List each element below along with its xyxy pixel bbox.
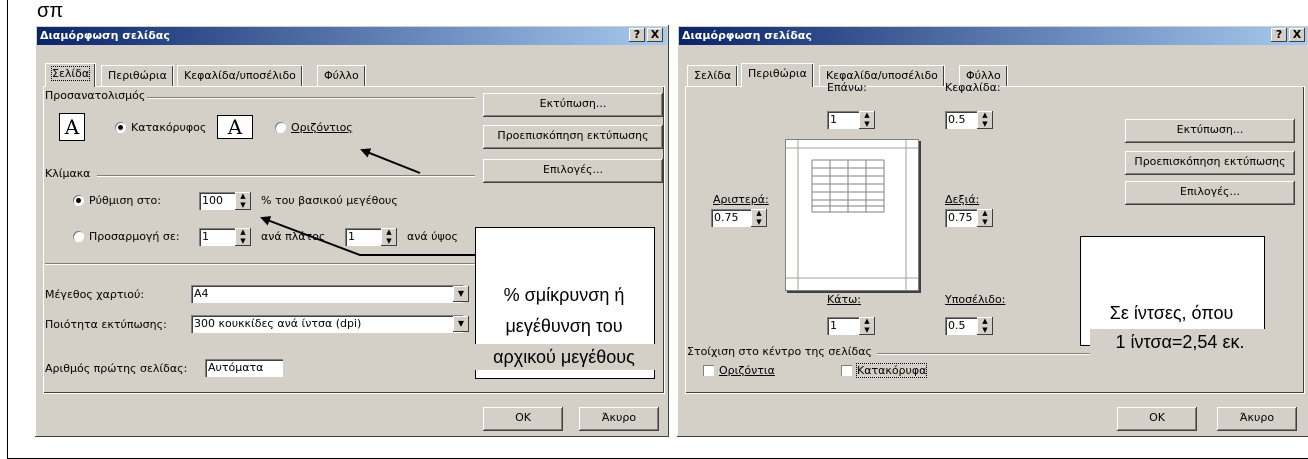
dialog-title: Διαμόρφωση σελίδας (682, 29, 812, 42)
bottom-margin-spinner[interactable]: ▲ ▼ (859, 317, 875, 335)
annotation-text: Σε ίντσες, όπου (1109, 303, 1234, 323)
tab-margins[interactable]: Περιθώρια (741, 63, 814, 87)
header-margin-label: Κεφαλίδα: (945, 81, 1001, 94)
close-button[interactable]: X (1289, 28, 1305, 42)
top-margin-label: Επάνω: (827, 81, 867, 94)
help-button[interactable]: ? (1271, 28, 1287, 42)
tab-page[interactable]: Σελίδα (45, 63, 97, 87)
center-horizontal-label[interactable]: Οριζόντια (719, 364, 775, 377)
top-margin-spinner[interactable]: ▲ ▼ (859, 111, 875, 129)
header-margin-input[interactable]: 0.5 (945, 111, 977, 129)
left-margin-spinner[interactable]: ▲ ▼ (751, 209, 767, 227)
top-margin-input[interactable]: 1 (827, 111, 859, 129)
left-margin-label: Αριστερά: (713, 193, 769, 206)
tab-page[interactable]: Σελίδα (687, 65, 739, 86)
annotation-text: 1 ίντσα=2,54 εκ. (1090, 329, 1270, 355)
arrow-to-scale (260, 216, 475, 256)
right-margin-spinner[interactable]: ▲ ▼ (977, 209, 993, 227)
print-button[interactable]: Εκτύπωση... (1125, 119, 1295, 143)
bottom-margin-input[interactable]: 1 (827, 317, 859, 335)
right-margin-label: Δεξιά: (945, 193, 980, 206)
header-margin-spinner[interactable]: ▲ ▼ (977, 111, 993, 129)
print-preview-button[interactable]: Προεπισκόπηση εκτύπωσης (1125, 151, 1295, 175)
footer-margin-input[interactable]: 0.5 (945, 317, 977, 335)
ok-button[interactable]: OK (1117, 407, 1197, 431)
bottom-margin-label: Κάτω: (827, 293, 862, 306)
options-button[interactable]: Επιλογές... (1125, 181, 1295, 205)
divider (877, 353, 1093, 355)
cancel-button[interactable]: Άκυρο (1217, 407, 1297, 431)
center-group-label: Στοίχιση στο κέντρο της σελίδας (687, 345, 872, 358)
page-preview-graphic (786, 140, 918, 290)
footer-margin-spinner[interactable]: ▲ ▼ (977, 317, 993, 335)
center-vertical-label[interactable]: Κατακόρυφα (855, 363, 928, 378)
center-horizontal-checkbox[interactable] (703, 365, 714, 376)
page-preview (785, 139, 919, 291)
right-margin-input[interactable]: 0.75 (945, 209, 977, 227)
footer-margin-label: Υποσέλιδο: (945, 293, 1006, 306)
page-setup-dialog-margins: Διαμόρφωση σελίδας ? X Σελίδα Περιθώρια … (676, 24, 1308, 438)
dialog-title-bar: Διαμόρφωση σελίδας (679, 27, 1307, 45)
center-vertical-checkbox[interactable] (841, 365, 852, 376)
left-margin-input[interactable]: 0.75 (711, 209, 751, 227)
arrow-to-landscape (360, 148, 421, 174)
